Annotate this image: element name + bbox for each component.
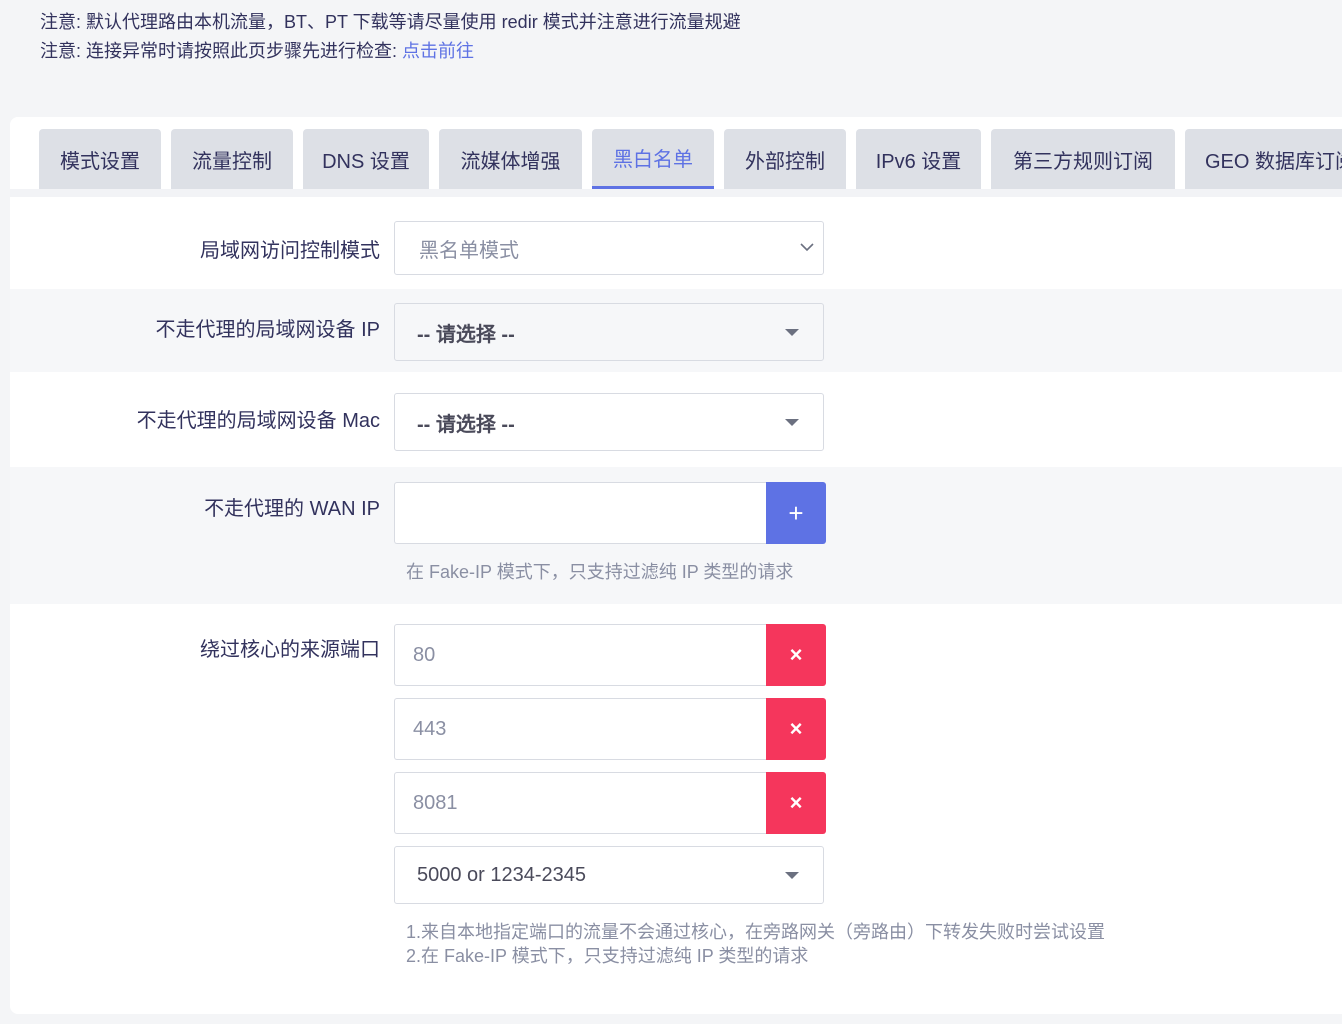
lan-ip-label: 不走代理的局域网设备 IP [155, 319, 380, 341]
close-icon: × [789, 790, 803, 815]
close-icon: × [789, 642, 803, 667]
add-port-select-value: 5000 or 1234-2345 [417, 863, 587, 886]
lan-ip-select[interactable]: -- 请选择 -- [394, 303, 824, 361]
notice-connection-check: 注意: 连接异常时请按照此页步骤先进行检查: 点击前往 [40, 37, 474, 63]
lan-mac-placeholder: -- 请选择 -- [417, 413, 515, 436]
caret-down-icon [785, 872, 799, 879]
bypass-port-item: 8081 × [394, 772, 826, 834]
tab-external-control[interactable]: 外部控制 [724, 129, 846, 189]
tab-streaming-enhance[interactable]: 流媒体增强 [439, 129, 582, 189]
bypass-ports-label: 绕过核心的来源端口 [200, 639, 380, 661]
plus-icon: + [788, 497, 804, 528]
add-port-select[interactable]: 5000 or 1234-2345 [394, 846, 824, 904]
settings-panel: 模式设置 流量控制 DNS 设置 流媒体增强 黑白名单 外部控制 IPv6 设置… [10, 117, 1342, 1014]
tab-geo-database[interactable]: GEO 数据库订阅 [1185, 129, 1342, 189]
chevron-down-icon [800, 243, 814, 252]
lan-mode-select[interactable]: 黑名单模式 [394, 221, 824, 275]
wan-ip-label: 不走代理的 WAN IP [204, 498, 380, 520]
wan-ip-input-group: + [394, 482, 826, 544]
lan-mode-label: 局域网访问控制模式 [200, 240, 380, 262]
bypass-port-input[interactable]: 8081 [394, 772, 766, 834]
bypass-ports-help-line1: 1.来自本地指定端口的流量不会通过核心，在旁路网关（旁路由）下转发失败时尝试设置 [406, 922, 1106, 942]
tab-mode-settings[interactable]: 模式设置 [39, 129, 161, 189]
tab-black-white-list[interactable]: 黑白名单 [592, 129, 714, 189]
tab-traffic-control[interactable]: 流量控制 [171, 129, 293, 189]
row-lan-mode: 局域网访问控制模式 黑名单模式 [10, 197, 1342, 289]
row-lan-ip: 不走代理的局域网设备 IP -- 请选择 -- [10, 289, 1342, 372]
wan-ip-input[interactable] [394, 482, 766, 544]
caret-down-icon [785, 329, 799, 336]
lan-mode-value: 黑名单模式 [419, 239, 519, 262]
row-bypass-ports: 绕过核心的来源端口 80 × 443 × 8081 × 5000 or 1234… [10, 604, 1342, 984]
bypass-ports-help-line2: 2.在 Fake-IP 模式下，只支持过滤纯 IP 类型的请求 [406, 946, 809, 966]
row-wan-ip: 不走代理的 WAN IP + 在 Fake-IP 模式下，只支持过滤纯 IP 类… [10, 467, 1342, 604]
tab-ipv6-settings[interactable]: IPv6 设置 [856, 129, 981, 189]
notice-proxy-routing: 注意: 默认代理路由本机流量，BT、PT 下载等请尽量使用 redir 模式并注… [40, 12, 741, 32]
bypass-port-item: 443 × [394, 698, 826, 760]
bypass-port-input[interactable]: 443 [394, 698, 766, 760]
tab-bar: 模式设置 流量控制 DNS 设置 流媒体增强 黑白名单 外部控制 IPv6 设置… [10, 117, 1342, 197]
tab-third-party-rules[interactable]: 第三方规则订阅 [991, 129, 1175, 189]
remove-port-button[interactable]: × [766, 772, 826, 834]
close-icon: × [789, 716, 803, 741]
wan-ip-help: 在 Fake-IP 模式下，只支持过滤纯 IP 类型的请求 [406, 562, 794, 582]
caret-down-icon [785, 419, 799, 426]
go-to-check-link[interactable]: 点击前往 [402, 41, 474, 61]
remove-port-button[interactable]: × [766, 698, 826, 760]
lan-mac-label: 不走代理的局域网设备 Mac [136, 410, 380, 432]
add-wan-ip-button[interactable]: + [766, 482, 826, 544]
tab-bar-divider [10, 189, 1342, 197]
row-lan-mac: 不走代理的局域网设备 Mac -- 请选择 -- [10, 372, 1342, 467]
bypass-port-input[interactable]: 80 [394, 624, 766, 686]
lan-ip-placeholder: -- 请选择 -- [417, 323, 515, 346]
bypass-port-item: 80 × [394, 624, 826, 686]
tab-dns-settings[interactable]: DNS 设置 [303, 129, 429, 189]
lan-mac-select[interactable]: -- 请选择 -- [394, 393, 824, 451]
notice-connection-check-text: 注意: 连接异常时请按照此页步骤先进行检查: [40, 41, 403, 61]
remove-port-button[interactable]: × [766, 624, 826, 686]
